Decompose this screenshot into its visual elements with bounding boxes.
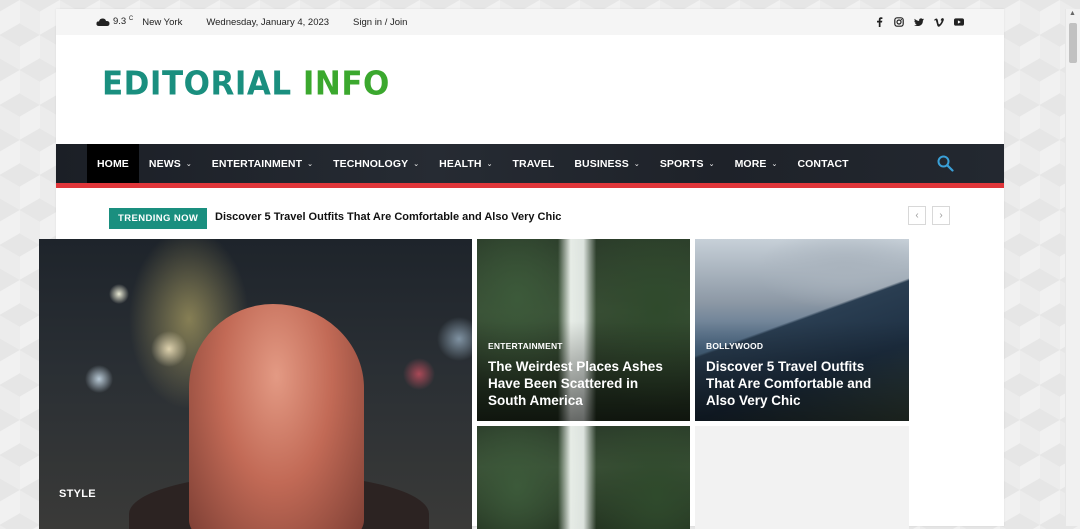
post-title[interactable]: The Weirdest Places Ashes Have Been Scat… (488, 358, 678, 409)
chevron-down-icon: ⌄ (633, 160, 640, 168)
post-category[interactable]: ENTERTAINMENT (488, 341, 563, 351)
scrollbar-thumb[interactable] (1069, 23, 1077, 63)
featured-post[interactable]: ENTERTAINMENT The Weirdest Places Ashes … (477, 239, 690, 421)
site-logo[interactable]: EDITORIAL INFO (102, 65, 390, 103)
trending-arrows: ‹ › (908, 206, 950, 225)
top-bar: 9.3 C New York Wednesday, January 4, 202… (56, 9, 1004, 35)
post-category[interactable]: BOLLYWOOD (706, 341, 763, 351)
nav-item-travel[interactable]: TRAVEL (503, 144, 565, 183)
chevron-down-icon: ⌄ (771, 160, 778, 168)
nav-item-entertainment[interactable]: ENTERTAINMENT ⌄ (202, 144, 323, 183)
twitter-icon[interactable] (914, 17, 924, 27)
nav-item-business[interactable]: BUSINESS ⌄ (564, 144, 649, 183)
main-navigation: HOME NEWS ⌄ ENTERTAINMENT ⌄ TECHNOLOGY ⌄ HE… (56, 144, 1004, 183)
chevron-down-icon: ⌄ (708, 160, 715, 168)
nav-item-home[interactable]: HOME (87, 144, 139, 183)
temperature: 9.3 C (113, 16, 134, 28)
chevron-down-icon: ⌄ (413, 160, 420, 168)
nav-item-more[interactable]: MORE ⌄ (725, 144, 788, 183)
search-icon[interactable] (937, 155, 954, 172)
chevron-down-icon: ⌄ (307, 160, 314, 168)
chevron-down-icon: ⌄ (486, 160, 493, 168)
chevron-right-icon[interactable]: › (932, 206, 950, 225)
trending-headline[interactable]: Discover 5 Travel Outfits That Are Comfo… (215, 211, 561, 223)
cloud-icon (96, 18, 110, 26)
nav-item-health[interactable]: HEALTH ⌄ (429, 144, 502, 183)
nav-item-news[interactable]: NEWS ⌄ (139, 144, 202, 183)
instagram-icon[interactable] (894, 17, 904, 27)
weather-widget: 9.3 C New York (96, 16, 183, 28)
signin-link[interactable]: Sign in / Join (353, 17, 407, 28)
chevron-left-icon[interactable]: ‹ (908, 206, 926, 225)
featured-post-placeholder (695, 426, 909, 529)
city-label: New York (142, 16, 183, 28)
post-image-detail (189, 304, 364, 529)
featured-grid: STYLE ENTERTAINMENT The Weirdest Places … (39, 239, 909, 529)
facebook-icon[interactable] (874, 17, 884, 27)
trending-badge: TRENDING NOW (109, 208, 208, 229)
post-title[interactable]: Discover 5 Travel Outfits That Are Comfo… (706, 358, 896, 409)
site-header: EDITORIAL INFO (56, 35, 1004, 144)
chevron-down-icon: ⌄ (185, 160, 192, 168)
page-scrollbar[interactable]: ▲ (1065, 9, 1080, 526)
featured-post-big[interactable]: STYLE (39, 239, 472, 529)
post-category[interactable]: STYLE (59, 488, 96, 500)
featured-post[interactable] (477, 426, 690, 529)
youtube-icon[interactable] (954, 17, 964, 27)
nav-item-technology[interactable]: TECHNOLOGY ⌄ (323, 144, 429, 183)
featured-post[interactable]: BOLLYWOOD Discover 5 Travel Outfits That… (695, 239, 909, 421)
vimeo-icon[interactable] (934, 17, 944, 27)
social-links (874, 17, 964, 27)
scroll-up-icon[interactable]: ▲ (1069, 10, 1077, 17)
current-date: Wednesday, January 4, 2023 (206, 16, 330, 28)
nav-item-contact[interactable]: CONTACT (787, 144, 858, 183)
nav-item-sports[interactable]: SPORTS ⌄ (650, 144, 725, 183)
